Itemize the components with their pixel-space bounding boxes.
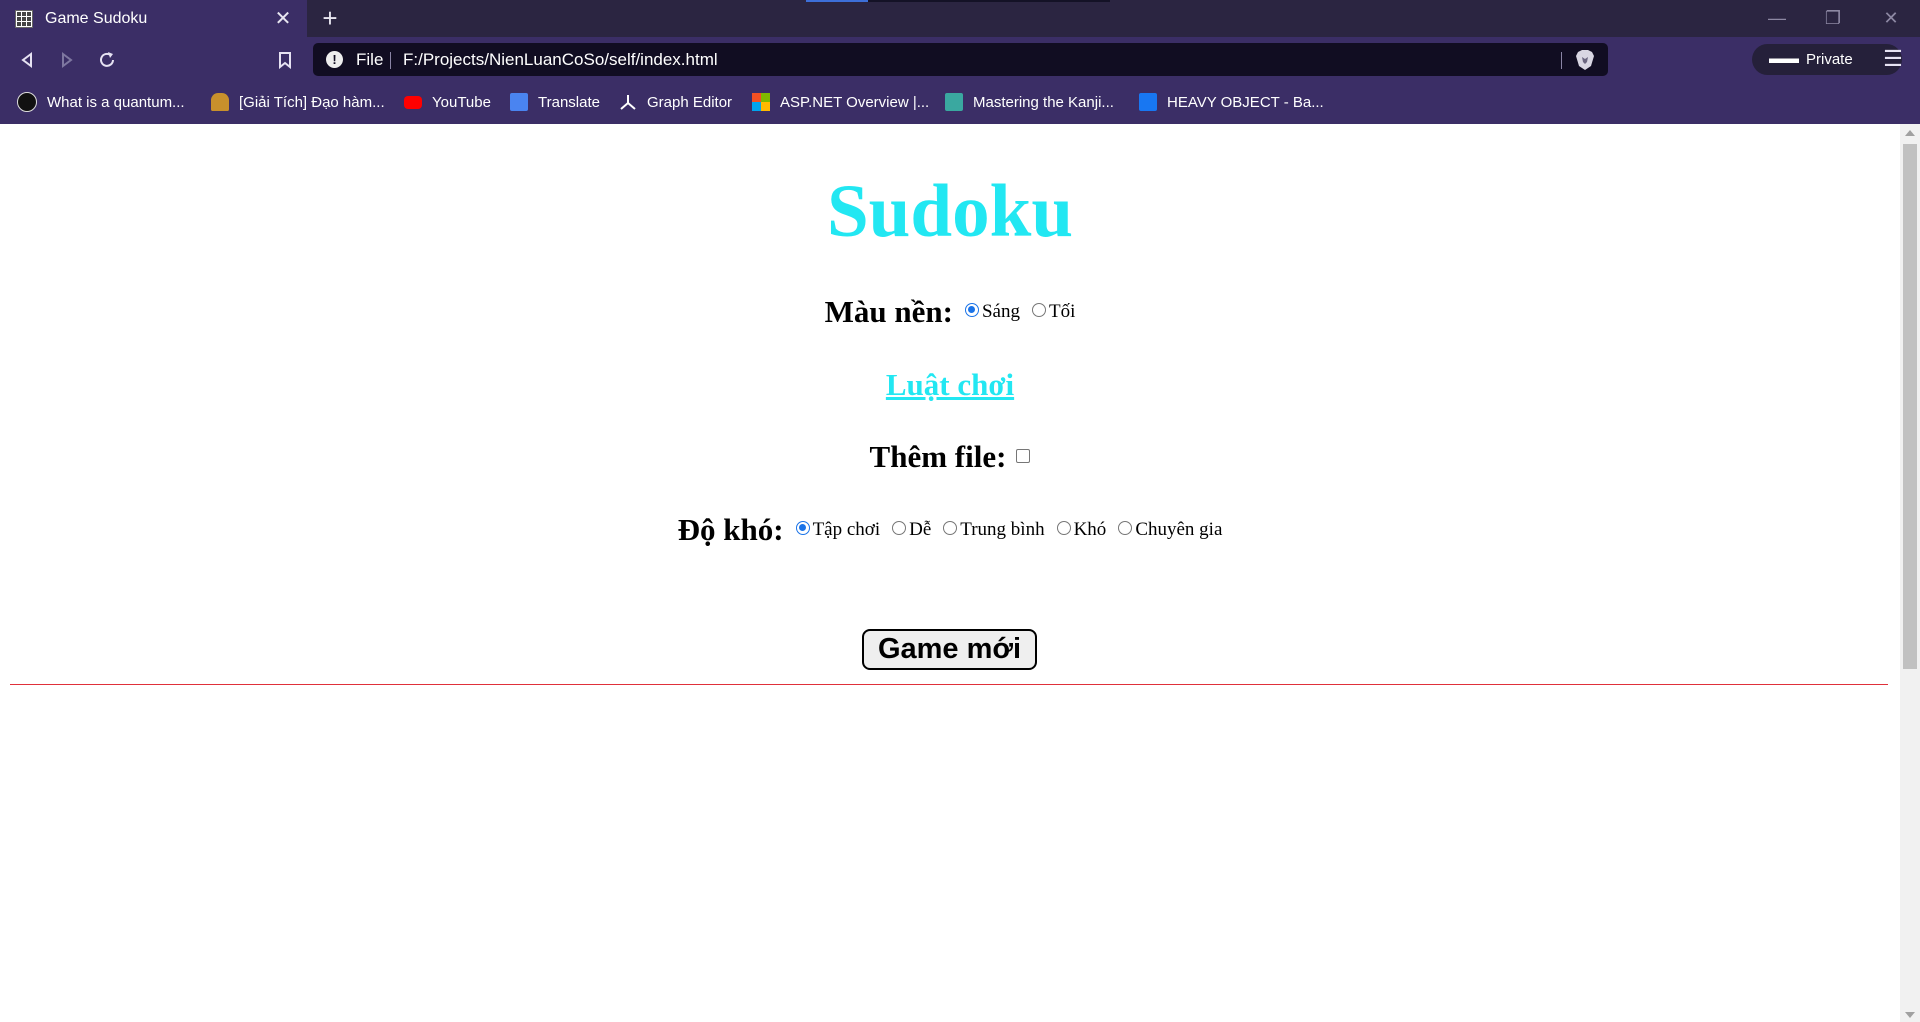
url-separator <box>390 52 391 69</box>
minimize-button[interactable]: — <box>1757 6 1797 30</box>
scroll-down-icon[interactable] <box>1905 1012 1915 1018</box>
radio-hard[interactable] <box>1056 521 1071 535</box>
page-content: Sudoku Màu nền: Sáng Tối Luật chơi Thêm … <box>0 124 1900 1022</box>
difficulty-label: Độ khó: <box>677 512 784 547</box>
bookmark-item[interactable]: YouTube <box>404 91 491 113</box>
site-icon-dark <box>17 92 37 112</box>
page-title: Sudoku <box>826 170 1074 253</box>
tab-bar: Game Sudoku ✕ + — ❐ ✕ <box>0 0 1920 37</box>
bookmark-button[interactable] <box>270 45 300 75</box>
new-tab-button[interactable]: + <box>318 4 342 32</box>
bookmark-label: What is a quantum... <box>47 93 185 111</box>
tab-strip-accent-dark <box>868 0 1110 2</box>
back-icon <box>21 52 32 68</box>
forward-button[interactable] <box>52 45 82 75</box>
bookmark-item[interactable]: Mastering the Kanji... <box>945 91 1114 113</box>
graph-editor-icon <box>620 95 636 110</box>
reload-icon <box>100 52 114 67</box>
bookmark-item[interactable]: HEAVY OBJECT - Ba... <box>1139 91 1324 113</box>
bookmark-icon <box>279 52 291 70</box>
reload-button[interactable] <box>92 45 122 75</box>
radio-dark[interactable] <box>1031 303 1046 317</box>
bookmark-label: YouTube <box>432 93 491 111</box>
browser-toolbar: ! File F:/Projects/NienLuanCoSo/self/ind… <box>0 37 1920 82</box>
url-separator <box>1561 52 1562 69</box>
radio-expert[interactable] <box>1118 521 1133 535</box>
add-file-label: Thêm file: <box>869 439 1007 474</box>
forward-icon <box>62 52 73 68</box>
url-scheme: File <box>356 50 384 69</box>
youtube-icon <box>404 95 422 109</box>
scroll-up-icon[interactable] <box>1905 130 1915 136</box>
radio-easy[interactable] <box>892 521 907 535</box>
bookmark-label: Graph Editor <box>647 93 733 111</box>
address-bar[interactable]: ! File F:/Projects/NienLuanCoSo/self/ind… <box>313 43 1608 76</box>
add-file-row: Thêm file: <box>0 439 1900 475</box>
brave-shield-icon[interactable] <box>1575 49 1595 71</box>
radio-medium[interactable] <box>943 521 958 535</box>
bookmark-label: [Giải Tích] Đạo hàm... <box>239 93 385 111</box>
bookmark-item[interactable]: Translate <box>510 91 600 113</box>
divider-line <box>10 684 1888 685</box>
private-glasses-icon: ▬▬ <box>1769 50 1799 67</box>
bookmarks-bar: What is a quantum... [Giải Tích] Đạo hàm… <box>0 82 1920 124</box>
bookmark-item[interactable]: Graph Editor <box>619 91 732 113</box>
menu-icon[interactable]: ☰ <box>1880 46 1906 72</box>
info-icon[interactable]: ! <box>326 51 343 68</box>
site-icon-blue <box>1139 93 1157 111</box>
page-scrollbar[interactable] <box>1900 124 1920 1022</box>
url-text[interactable]: F:/Projects/NienLuanCoSo/self/index.html <box>403 50 718 70</box>
background-color-row: Màu nền: Sáng Tối <box>0 294 1900 330</box>
tab-title: Game Sudoku <box>45 9 148 27</box>
rules-row: Luật chơi <box>0 367 1900 403</box>
google-translate-icon <box>510 93 528 111</box>
restore-button[interactable]: ❐ <box>1813 6 1853 30</box>
option-expert-label: Chuyên gia <box>1135 519 1223 540</box>
bookmark-item[interactable]: ASP.NET Overview |... <box>752 91 929 113</box>
microsoft-icon <box>752 93 770 111</box>
bookmark-label: HEAVY OBJECT - Ba... <box>1167 93 1324 111</box>
bookmark-item[interactable]: What is a quantum... <box>17 91 185 113</box>
add-file-checkbox[interactable] <box>1016 449 1031 463</box>
private-label: Private <box>1806 51 1853 68</box>
background-label: Màu nền: <box>824 294 953 329</box>
option-light-label: Sáng <box>981 301 1020 322</box>
bookmark-item[interactable]: [Giải Tích] Đạo hàm... <box>211 91 385 113</box>
option-medium-label: Trung bình <box>960 519 1045 540</box>
scroll-thumb[interactable] <box>1903 144 1917 669</box>
tab-game-sudoku[interactable]: Game Sudoku ✕ <box>0 0 307 37</box>
bookmark-label: Translate <box>538 93 600 111</box>
back-button[interactable] <box>12 45 42 75</box>
bookmark-label: ASP.NET Overview |... <box>780 93 930 111</box>
tab-strip-accent <box>806 0 868 2</box>
close-window-button[interactable]: ✕ <box>1871 6 1911 30</box>
new-game-button[interactable]: Game mới <box>862 629 1037 670</box>
rules-link[interactable]: Luật chơi <box>886 367 1014 402</box>
site-icon-teal <box>945 93 963 111</box>
option-easy-label: Dễ <box>909 519 932 540</box>
radio-practice[interactable] <box>795 521 810 535</box>
radio-light[interactable] <box>964 303 979 317</box>
option-practice-label: Tập chơi <box>812 519 881 540</box>
option-hard-label: Khó <box>1073 519 1107 540</box>
site-icon-figure <box>211 93 229 111</box>
sudoku-grid-icon <box>15 9 33 28</box>
difficulty-row: Độ khó: Tập chơi Dễ Trung bình Khó Chuyê… <box>0 512 1900 548</box>
close-tab-icon[interactable]: ✕ <box>273 6 293 31</box>
bookmark-label: Mastering the Kanji... <box>973 93 1114 111</box>
option-dark-label: Tối <box>1048 301 1076 322</box>
